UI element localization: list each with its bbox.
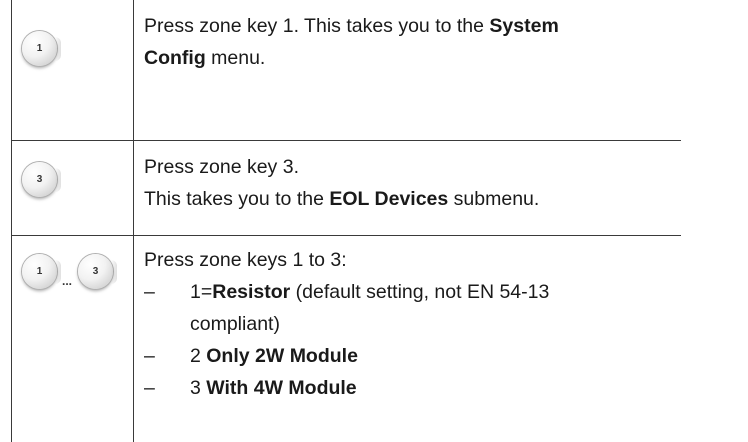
- option-list: – 1=Resistor (default setting, not EN 54…: [144, 276, 671, 404]
- option-name: Only 2W Module: [206, 345, 358, 367]
- list-item: – 2 Only 2W Module: [144, 340, 671, 372]
- menu-name-part2: Config: [144, 47, 206, 69]
- table-row: 3 Press zone key 3. This takes you to th…: [12, 141, 682, 236]
- zone-key-3-icon: 3: [22, 162, 57, 197]
- list-item: – 1=Resistor (default setting, not EN 54…: [144, 276, 671, 340]
- option-note-continued: compliant): [190, 313, 280, 335]
- list-item: – 3 With 4W Module: [144, 372, 671, 404]
- instruction-text-post: menu.: [206, 47, 266, 69]
- zone-key-label: 1: [37, 266, 43, 277]
- option-prefix: 1=: [190, 281, 212, 303]
- option-name: Resistor: [212, 281, 290, 303]
- instruction-table: 1 Press zone key 1. This takes you to th…: [11, 0, 681, 442]
- option-name: With 4W Module: [206, 377, 356, 399]
- instruction-intro: Press zone keys 1 to 3:: [144, 244, 671, 276]
- table-row: 1 ... 3 Press zone keys 1 to 3: – 1=Resi…: [12, 236, 682, 442]
- zone-key-label: 1: [37, 43, 43, 54]
- table-row: 1 Press zone key 1. This takes you to th…: [12, 0, 682, 141]
- instruction-line-1: Press zone key 3.: [144, 151, 671, 183]
- option-prefix: 2: [190, 345, 206, 367]
- key-cell: 1 ... 3: [12, 236, 134, 442]
- option-note: (default setting, not EN 54-13: [290, 281, 549, 303]
- instruction-line-2-pre: This takes you to the: [144, 188, 329, 210]
- instruction-line-2-post: submenu.: [448, 188, 539, 210]
- zone-key-3-icon: 3: [78, 254, 113, 289]
- range-ellipsis: ...: [62, 274, 72, 288]
- zone-key-1-icon: 1: [22, 254, 57, 289]
- list-dash: –: [144, 372, 155, 404]
- instruction-text: Press zone key 3. This takes you to the …: [134, 141, 682, 236]
- submenu-name: EOL Devices: [329, 188, 448, 210]
- zone-key-1-icon: 1: [22, 31, 57, 66]
- menu-name-part1: System: [489, 15, 558, 37]
- instruction-text: Press zone key 1. This takes you to the …: [134, 0, 682, 141]
- instruction-text-pre: Press zone key 1. This takes you to the: [144, 15, 489, 37]
- zone-key-label: 3: [37, 174, 43, 185]
- instruction-text: Press zone keys 1 to 3: – 1=Resistor (de…: [134, 236, 682, 442]
- list-dash: –: [144, 276, 155, 308]
- zone-key-label: 3: [93, 266, 99, 277]
- key-cell: 3: [12, 141, 134, 236]
- list-dash: –: [144, 340, 155, 372]
- key-cell: 1: [12, 0, 134, 141]
- option-prefix: 3: [190, 377, 206, 399]
